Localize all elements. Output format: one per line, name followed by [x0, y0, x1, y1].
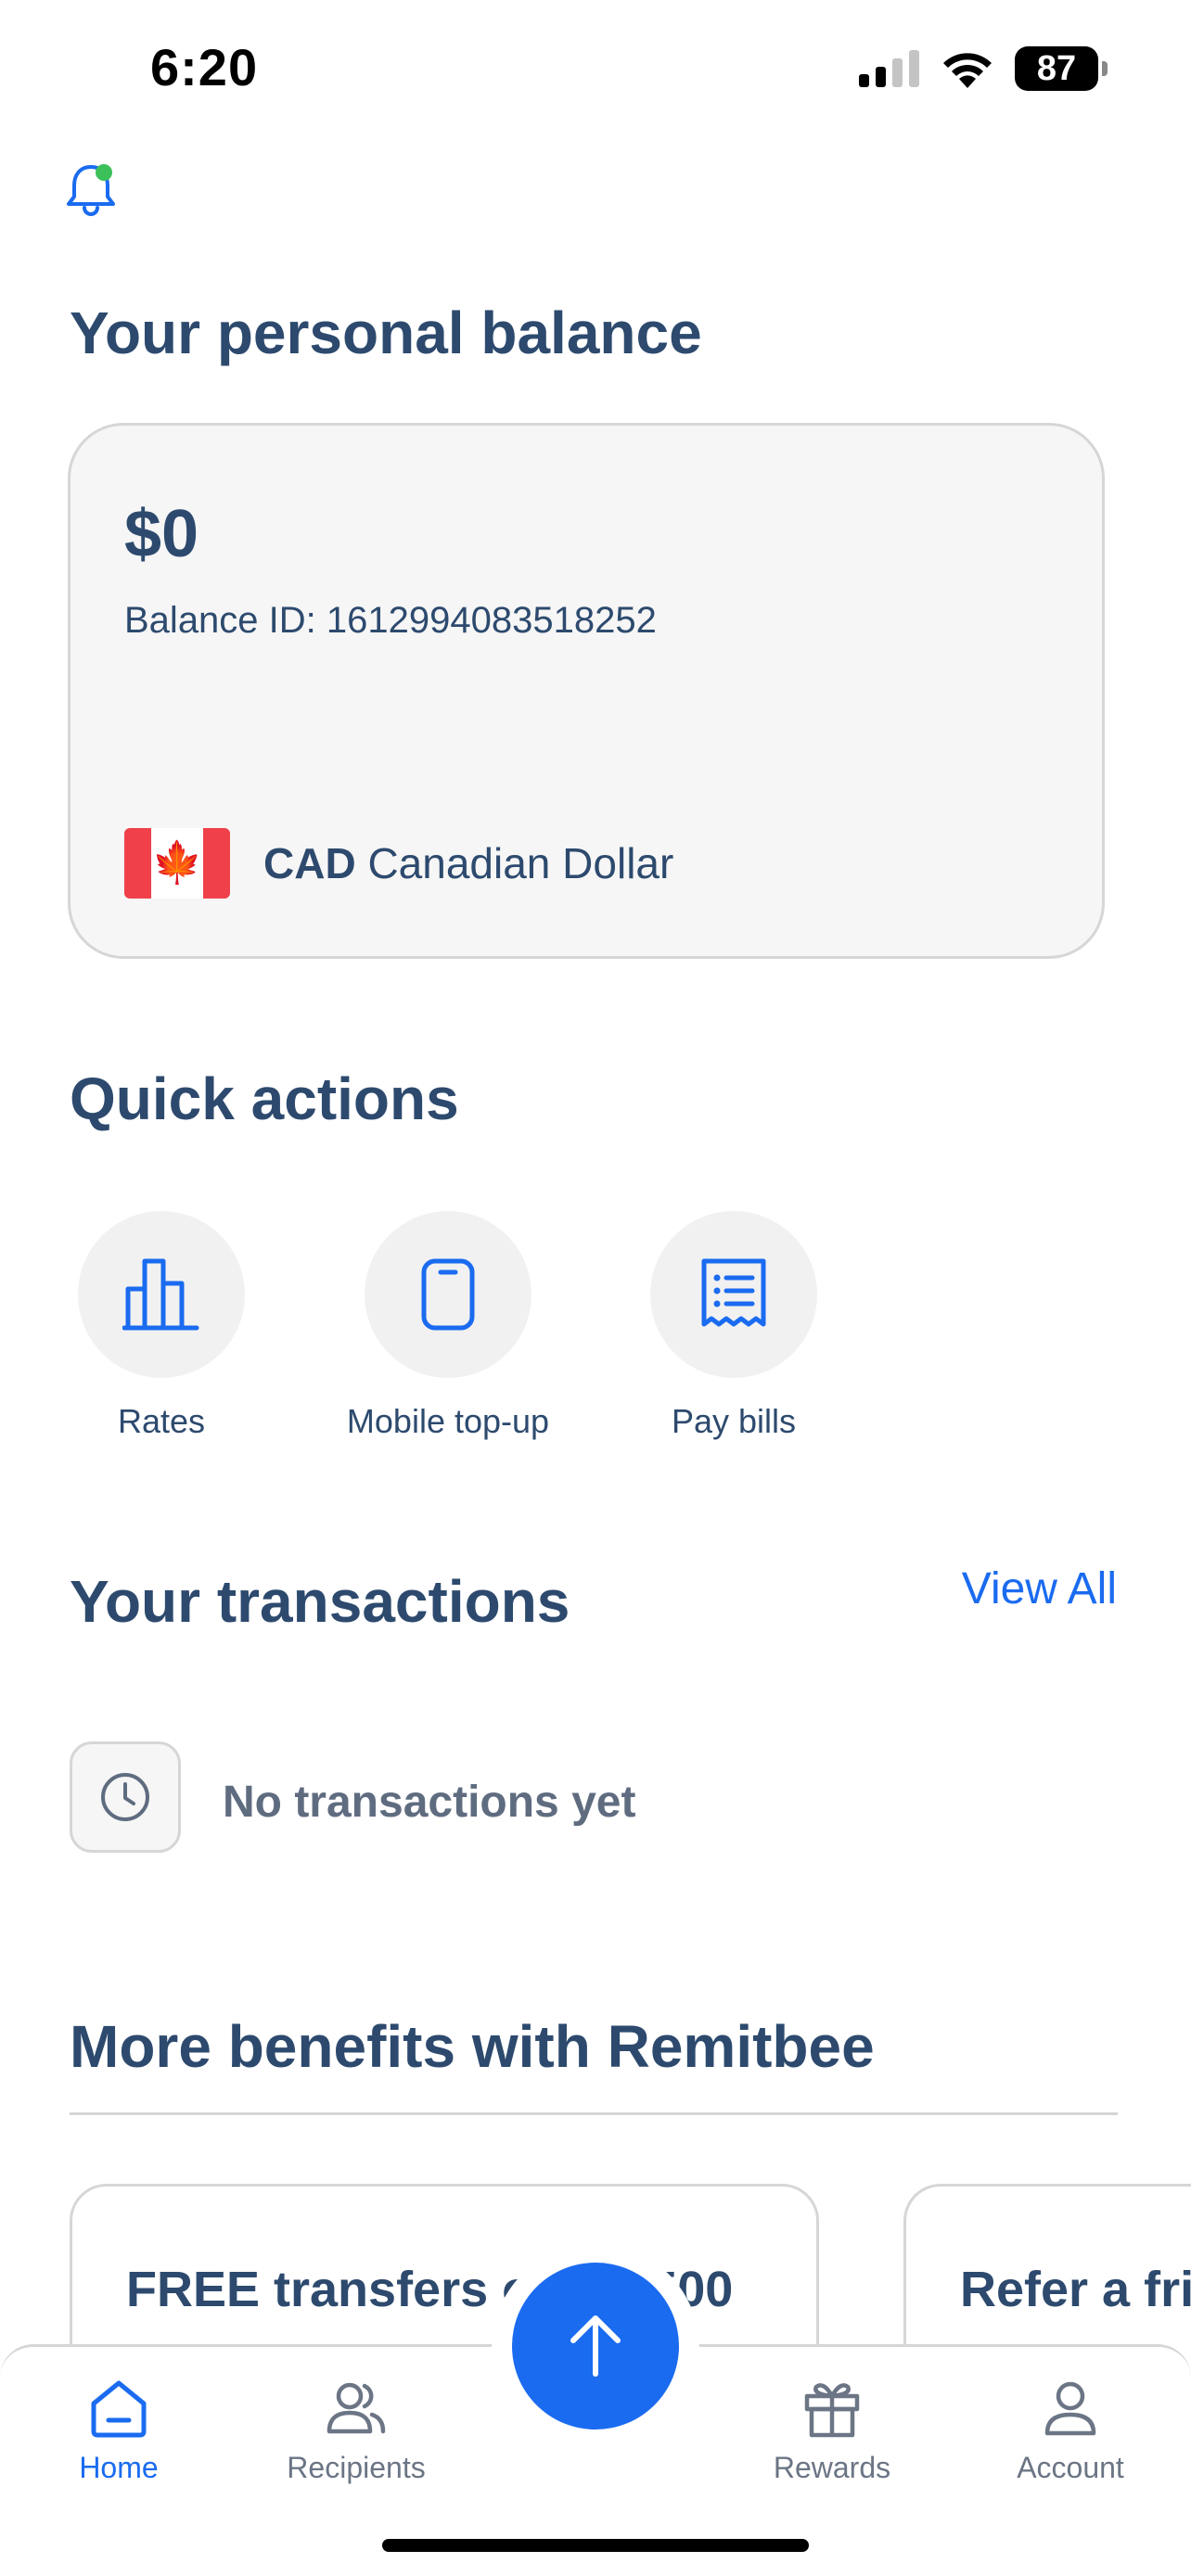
- nav-label: Rewards: [773, 2451, 891, 2484]
- battery-icon: 87: [1015, 46, 1108, 91]
- canada-flag-icon: 🍁: [124, 828, 230, 899]
- quick-action-label: Pay bills: [671, 1402, 797, 1440]
- home-indicator: [382, 2539, 809, 2552]
- nav-home[interactable]: Home: [26, 2371, 211, 2485]
- view-all-link[interactable]: View All: [962, 1563, 1117, 1614]
- quick-actions-title: Quick actions: [70, 1065, 459, 1132]
- transactions-empty-icon-box: [70, 1741, 181, 1853]
- notification-dot: [96, 164, 112, 181]
- currency-label: CAD Canadian Dollar: [263, 838, 673, 888]
- currency-row: 🍁 CAD Canadian Dollar: [124, 828, 673, 899]
- phone-icon: [421, 1258, 475, 1331]
- transactions-title: Your transactions: [70, 1568, 570, 1635]
- bar-chart-icon: [122, 1258, 199, 1331]
- status-bar: 6:20 87: [0, 0, 1191, 139]
- arrow-up-icon: [570, 2315, 621, 2377]
- clock-icon: [101, 1773, 149, 1821]
- cellular-signal-icon: [859, 50, 919, 87]
- quick-action-label: Mobile top-up: [346, 1402, 550, 1440]
- quick-action-pay-bills[interactable]: Pay bills: [622, 1211, 845, 1441]
- gift-icon: [804, 2383, 860, 2438]
- notification-bell-icon[interactable]: [61, 159, 121, 219]
- currency-name: Canadian Dollar: [367, 839, 674, 887]
- balance-id: Balance ID: 1612994083518252: [124, 600, 657, 641]
- currency-code: CAD: [263, 839, 356, 887]
- divider: [70, 2112, 1118, 2115]
- quick-action-mobile-topup[interactable]: Mobile top-up: [337, 1211, 559, 1441]
- nav-label: Account: [1017, 2451, 1124, 2484]
- users-icon: [327, 2382, 386, 2434]
- send-money-button[interactable]: [512, 2263, 679, 2429]
- balance-section-title: Your personal balance: [70, 300, 702, 366]
- balance-amount: $0: [124, 497, 199, 571]
- no-transactions-text: No transactions yet: [223, 1778, 636, 1827]
- quick-action-rates[interactable]: Rates: [50, 1211, 273, 1441]
- status-icons: 87: [859, 46, 1108, 91]
- nav-rewards[interactable]: Rewards: [739, 2371, 925, 2485]
- benefit-card-title: Refer a friend: [960, 2262, 1191, 2317]
- nav-account[interactable]: Account: [978, 2371, 1163, 2485]
- wifi-icon: [943, 53, 992, 88]
- balance-card[interactable]: $0 Balance ID: 1612994083518252 🍁 CAD Ca…: [68, 423, 1105, 959]
- benefits-title: More benefits with Remitbee: [70, 2013, 875, 2080]
- nav-label: Home: [79, 2451, 159, 2484]
- user-icon: [1044, 2381, 1096, 2436]
- nav-label: Recipients: [287, 2451, 426, 2484]
- quick-action-label: Rates: [117, 1402, 206, 1440]
- receipt-icon: [701, 1258, 766, 1327]
- battery-level: 87: [1036, 48, 1077, 88]
- status-time: 6:20: [150, 38, 259, 96]
- home-icon: [91, 2380, 147, 2438]
- nav-recipients[interactable]: Recipients: [263, 2371, 449, 2485]
